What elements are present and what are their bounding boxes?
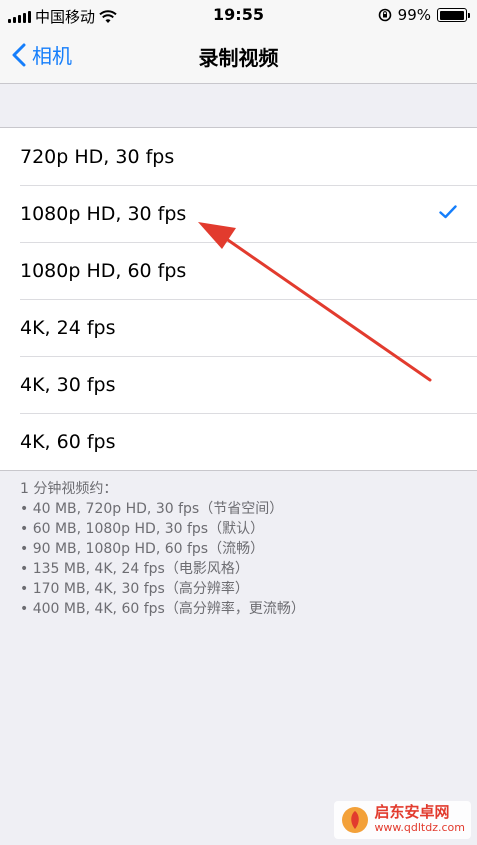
watermark-title: 启东安卓网 [374, 803, 450, 821]
note-line: • 135 MB, 4K, 24 fps（电影风格） [20, 561, 249, 577]
battery-fill [439, 10, 465, 20]
note-line: • 40 MB, 720p HD, 30 fps（节省空间） [20, 501, 284, 517]
watermark-logo-icon [342, 807, 369, 833]
rotation-lock-icon [378, 8, 391, 22]
note-line: • 170 MB, 4K, 30 fps（高分辨率） [20, 581, 249, 597]
status-right: 99% [378, 6, 470, 24]
option-label: 720p HD, 30 fps [20, 145, 175, 168]
option-4k-24[interactable]: 4K, 24 fps [0, 299, 477, 356]
watermark: 启东安卓网 www.qdltdz.com [334, 801, 471, 839]
battery-percent: 99% [397, 6, 431, 24]
option-720p-30[interactable]: 720p HD, 30 fps [0, 128, 477, 185]
note-line: • 400 MB, 4K, 60 fps（高分辨率，更流畅） [20, 601, 305, 617]
page-title: 录制视频 [198, 46, 279, 70]
option-1080p-60[interactable]: 1080p HD, 60 fps [0, 242, 477, 299]
option-label: 1080p HD, 30 fps [20, 202, 187, 225]
option-4k-60[interactable]: 4K, 60 fps [0, 413, 477, 470]
option-label: 4K, 60 fps [20, 430, 116, 453]
note-heading: 1 分钟视频约： [20, 481, 118, 497]
navigation-bar: 相机 录制视频 [0, 30, 477, 84]
file-size-note: 1 分钟视频约： • 40 MB, 720p HD, 30 fps（节省空间） … [20, 479, 460, 619]
option-4k-30[interactable]: 4K, 30 fps [0, 356, 477, 413]
option-label: 1080p HD, 60 fps [20, 259, 187, 282]
watermark-url: www.qdltdz.com [374, 821, 465, 834]
battery-icon [437, 8, 470, 22]
status-bar: 中国移动 19:55 99% [0, 0, 477, 30]
note-line: • 90 MB, 1080p HD, 60 fps（流畅） [20, 541, 265, 557]
option-1080p-30[interactable]: 1080p HD, 30 fps [0, 185, 477, 242]
option-label: 4K, 30 fps [20, 373, 116, 396]
checkmark-icon [439, 205, 457, 219]
option-label: 4K, 24 fps [20, 316, 116, 339]
note-line: • 60 MB, 1080p HD, 30 fps（默认） [20, 521, 265, 537]
video-format-list: 720p HD, 30 fps 1080p HD, 30 fps 1080p H… [0, 127, 477, 471]
watermark-text: 启东安卓网 www.qdltdz.com [374, 804, 465, 836]
